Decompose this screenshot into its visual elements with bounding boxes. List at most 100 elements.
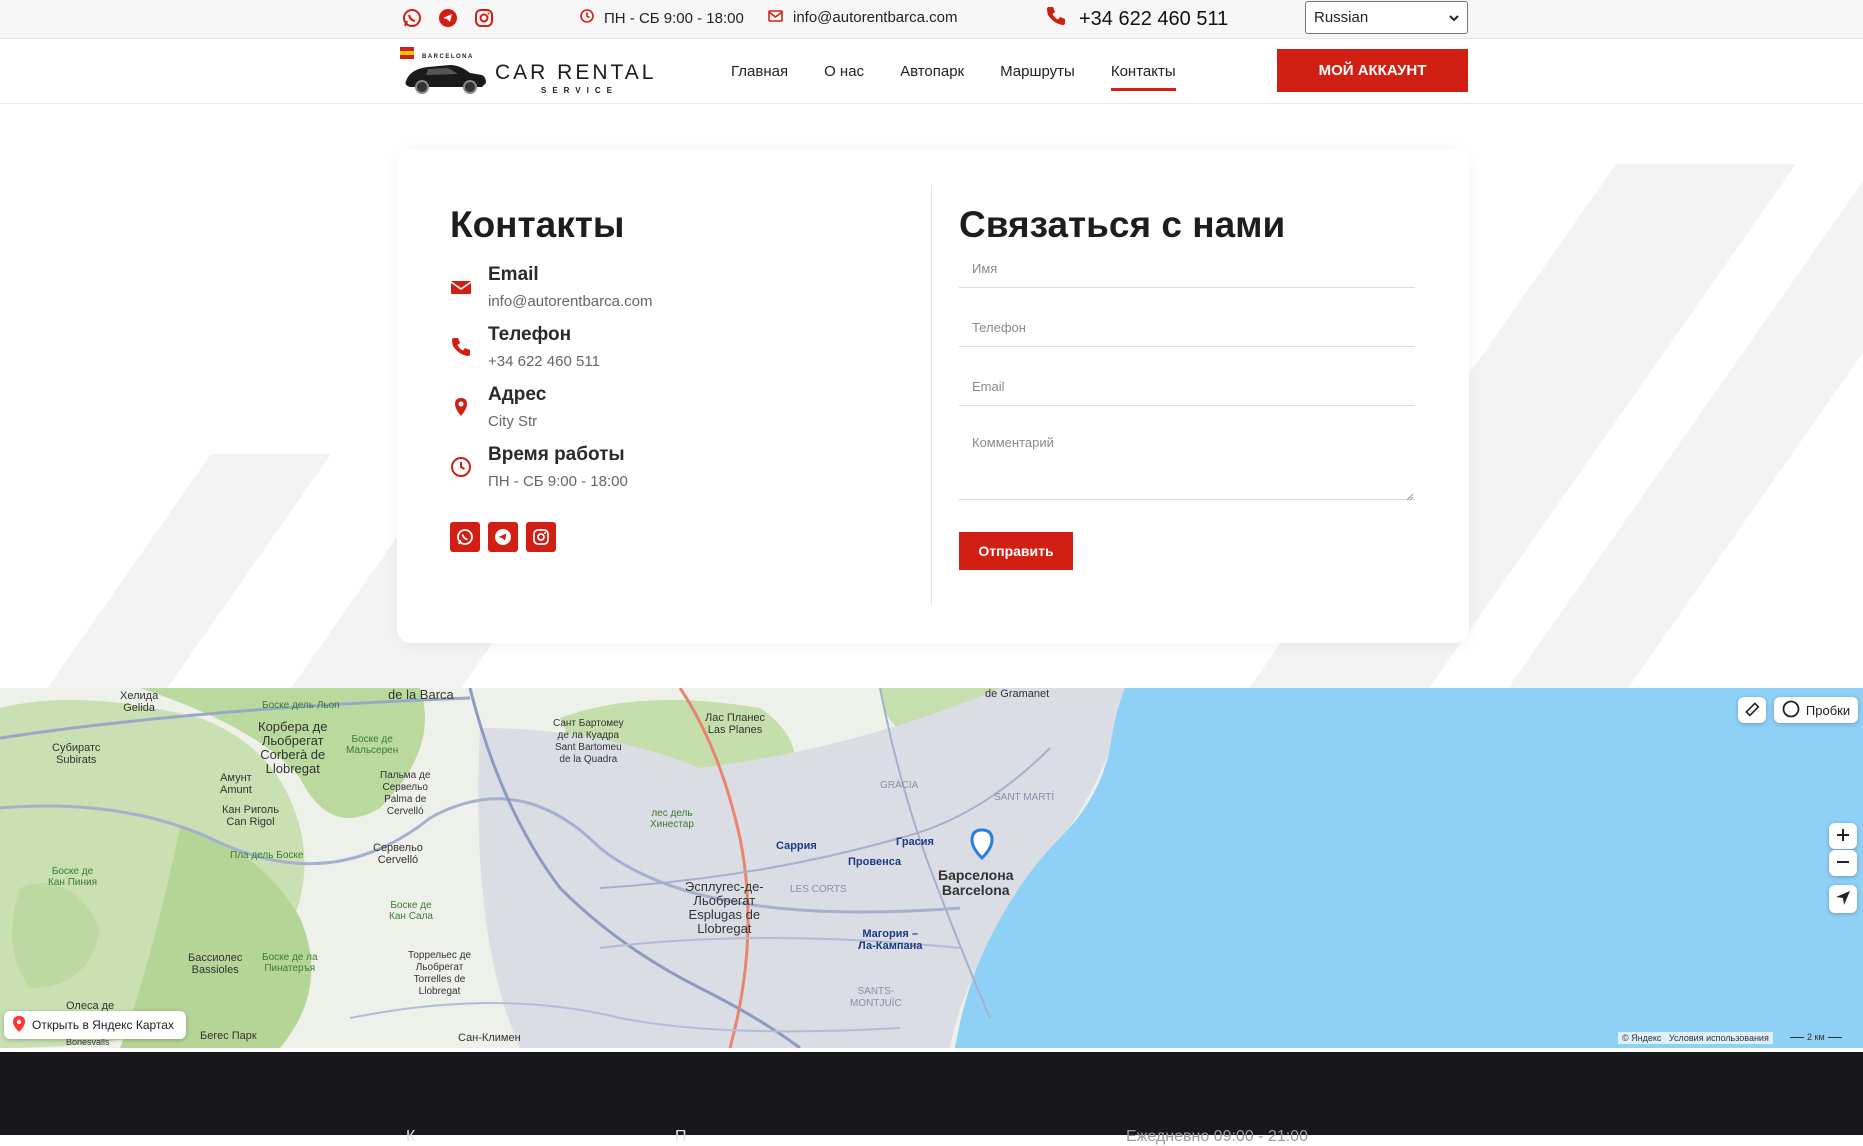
logo-text: CAR RENTAL	[495, 61, 656, 84]
footer-hours: Ежедневно 09:00 - 21:00	[1126, 1128, 1308, 1145]
nav-item-about[interactable]: О нас	[806, 39, 882, 103]
map-label: Боске де Кан Сала	[389, 900, 433, 922]
topbar-hours: ПН - СБ 9:00 - 18:00	[580, 9, 744, 27]
language-select[interactable]: Russian	[1305, 1, 1468, 34]
contact-email-label: Email	[488, 264, 539, 285]
nav-item-fleet[interactable]: Автопарк	[882, 39, 982, 103]
zoom-in-button[interactable]	[1829, 823, 1857, 849]
main-navigation: BARCELONA CAR RENTAL SERVICE Главная О н…	[0, 39, 1863, 104]
whatsapp-icon[interactable]	[400, 6, 424, 30]
phone-icon	[450, 336, 472, 358]
language-selected: Russian	[1314, 9, 1369, 26]
topbar-phone[interactable]: +34 622 460 511	[1045, 5, 1228, 33]
phone-input[interactable]: Телефон	[959, 306, 1415, 347]
my-account-button[interactable]: МОЙ АККАУНТ	[1277, 49, 1468, 92]
envelope-icon	[450, 276, 472, 298]
traffic-label: Пробки	[1805, 702, 1851, 718]
instagram-icon[interactable]	[472, 6, 496, 30]
location-pin-icon	[450, 396, 472, 418]
nav-item-home[interactable]: Главная	[713, 39, 806, 103]
contact-phone-value[interactable]: +34 622 460 511	[488, 353, 600, 370]
plus-icon	[1836, 828, 1850, 845]
map-label: Магория – Ла-Кампана	[858, 928, 923, 952]
traffic-icon	[1782, 700, 1800, 721]
map-copyright-text[interactable]: © Яндекс	[1622, 1033, 1661, 1043]
map-label: Корбера де Льобрегат Corberà de Llobrega…	[258, 719, 328, 776]
envelope-icon	[768, 9, 783, 26]
footer-column-title: К	[406, 1128, 416, 1145]
site-logo[interactable]: BARCELONA CAR RENTAL SERVICE	[398, 45, 688, 97]
topbar-phone-text[interactable]: +34 622 460 511	[1079, 8, 1228, 31]
map-label: Эсплугес-де- Льобрегат Esplugas de Llobr…	[685, 879, 764, 936]
map-copyright: © Яндекс Условия использования	[1618, 1032, 1773, 1044]
contact-phone-label: Телефон	[488, 324, 572, 345]
map-label: Амунт Amunt	[220, 772, 252, 796]
minus-icon	[1836, 855, 1850, 872]
ruler-button[interactable]	[1738, 697, 1766, 723]
logo-subtext: SERVICE	[541, 86, 618, 95]
nav-item-contacts[interactable]: Контакты	[1093, 39, 1194, 103]
map-label: Боске де Кан Пиния	[48, 866, 97, 888]
map-label: Пла дель Боске	[230, 850, 304, 861]
clock-icon	[580, 9, 594, 27]
phone-icon	[1045, 5, 1067, 33]
open-in-yandex-maps-button[interactable]: Открыть в Яндекс Картах	[4, 1011, 186, 1039]
contact-email-value[interactable]: info@autorentbarca.com	[488, 293, 652, 310]
map-label: Пальма де Сервельо Palma de Cervelló	[380, 770, 431, 817]
nav-menu: Главная О нас Автопарк Маршруты Контакты	[713, 39, 1194, 103]
contact-phone: Телефон +34 622 460 511	[450, 324, 870, 382]
map-terms-link[interactable]: Условия использования	[1669, 1033, 1769, 1043]
yandex-map[interactable]: Хелида Gelida Боске дель Льоп de la Barc…	[0, 688, 1863, 1048]
map-label: Сервельо Cervelló	[373, 842, 423, 866]
topbar-email[interactable]: info@autorentbarca.com	[768, 9, 957, 26]
comment-textarea[interactable]: Комментарий	[959, 419, 1415, 501]
whatsapp-icon[interactable]	[450, 522, 480, 552]
contact-email: Email info@autorentbarca.com	[450, 264, 870, 322]
footer-column-title: П	[675, 1128, 687, 1145]
map-label: SANTS- MONTJUÏC	[850, 986, 902, 1009]
topbar-hours-text: ПН - СБ 9:00 - 18:00	[604, 9, 744, 27]
map-label: Хелида Gelida	[120, 690, 159, 714]
traffic-button[interactable]: Пробки	[1774, 697, 1858, 723]
map-label: Сант Бартомеу де ла Куадра Sant Bartomeu…	[553, 718, 624, 765]
resize-handle-icon[interactable]	[1406, 489, 1414, 501]
zoom-out-button[interactable]	[1829, 850, 1857, 876]
email-input[interactable]: Email	[959, 365, 1415, 406]
map-label: Торрельес де Льобрегат Torrelles de Llob…	[408, 950, 472, 997]
telegram-icon[interactable]	[436, 6, 460, 30]
topbar-email-text[interactable]: info@autorentbarca.com	[793, 9, 957, 26]
map-label: Боске де ла Пинатеръя	[262, 952, 318, 974]
logo-badge: BARCELONA	[422, 54, 474, 60]
nav-item-routes[interactable]: Маршруты	[982, 39, 1093, 103]
contact-hours-label: Время работы	[488, 444, 625, 465]
map-label: Сан-Климен	[458, 1032, 521, 1044]
map-label: Боске дель Льоп	[262, 700, 340, 711]
map-label: de Gramanet	[985, 688, 1050, 700]
map-label: GRÀCIA	[880, 780, 919, 791]
map-label: Боске де Мальсерен	[346, 734, 399, 756]
top-bar: ПН - СБ 9:00 - 18:00 info@autorentbarca.…	[0, 0, 1863, 39]
map-label: Провенса	[848, 856, 902, 868]
name-input[interactable]: Имя	[959, 247, 1415, 288]
map-label: Грасия	[896, 836, 934, 848]
phone-input-placeholder: Телефон	[972, 320, 1026, 335]
map-label: de la Barca	[388, 688, 454, 702]
map-scale: 2 км	[1790, 1032, 1842, 1042]
contact-hours: Время работы ПН - СБ 9:00 - 18:00	[450, 444, 870, 502]
geolocation-button[interactable]	[1829, 885, 1857, 913]
map-label: Бегес Парк	[200, 1030, 257, 1042]
map-label: SANT MARTÍ	[994, 792, 1055, 803]
contact-form-title: Связаться с нами	[959, 204, 1286, 245]
telegram-icon[interactable]	[488, 522, 518, 552]
site-footer: К П Ежедневно 09:00 - 21:00	[0, 1052, 1863, 1145]
contact-social-links	[450, 522, 556, 552]
map-label: Субиратс Subirats	[52, 742, 101, 766]
contacts-title: Контакты	[450, 204, 625, 245]
email-input-placeholder: Email	[972, 379, 1005, 394]
instagram-icon[interactable]	[526, 522, 556, 552]
navigation-arrow-icon	[1835, 890, 1851, 909]
name-input-placeholder: Имя	[972, 261, 998, 276]
topbar-social-links	[400, 6, 496, 30]
submit-button[interactable]: Отправить	[959, 532, 1073, 570]
contact-address-label: Адрес	[488, 384, 547, 405]
